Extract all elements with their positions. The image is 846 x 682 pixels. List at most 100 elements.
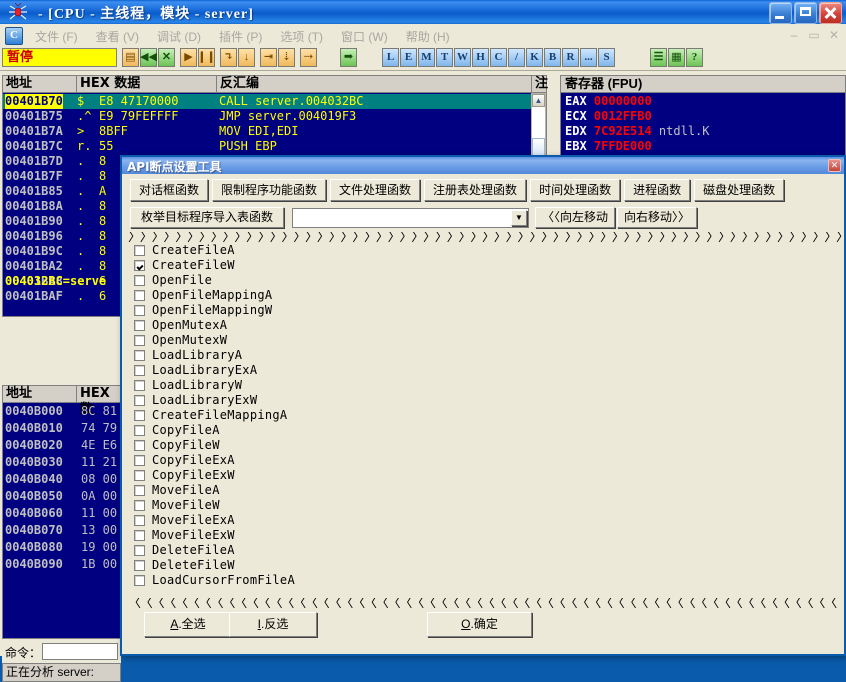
register-row[interactable]: EDX 7C92E514 ntdll.K: [565, 124, 710, 139]
checkbox-icon[interactable]: [134, 575, 145, 586]
function-checkbox-row[interactable]: CopyFileA: [130, 423, 360, 438]
function-checkbox-row[interactable]: CopyFileW: [130, 438, 360, 453]
restart-icon[interactable]: ◀◀: [140, 48, 157, 67]
breakpoints-button[interactable]: B: [544, 48, 561, 67]
invert-selection-button[interactable]: I.反选: [229, 612, 317, 637]
function-checkbox-row[interactable]: OpenFileMappingW: [130, 303, 360, 318]
tab-3[interactable]: 注册表处理函数: [424, 179, 527, 201]
function-checkbox-row[interactable]: MoveFileA: [130, 483, 360, 498]
executables-button[interactable]: E: [400, 48, 417, 67]
function-checkbox-row[interactable]: OpenFile: [130, 273, 360, 288]
checkbox-icon[interactable]: [134, 485, 145, 496]
source-button[interactable]: S: [598, 48, 615, 67]
log-window-button[interactable]: L: [382, 48, 399, 67]
select-all-button[interactable]: A.全选: [144, 612, 232, 637]
cpu-button[interactable]: C: [490, 48, 507, 67]
checkbox-icon[interactable]: [134, 470, 145, 481]
checkbox-icon[interactable]: [134, 245, 145, 256]
dump-row[interactable]: 0040B010 74 79: [3, 421, 122, 436]
checkbox-icon[interactable]: [134, 335, 145, 346]
tab-6[interactable]: 磁盘处理函数: [694, 179, 785, 201]
menu-option[interactable]: 选项 (T): [271, 26, 332, 47]
command-input[interactable]: [42, 643, 118, 660]
tab-0[interactable]: 对话框函数: [130, 179, 209, 201]
checkbox-icon[interactable]: [134, 260, 145, 271]
register-row[interactable]: EBX 7FFDE000: [565, 139, 652, 154]
dialog-close-icon[interactable]: ✕: [828, 159, 841, 172]
checkbox-icon[interactable]: [134, 380, 145, 391]
col-address[interactable]: 地址: [3, 76, 77, 92]
disassembly-row[interactable]: 00401B7A >8BFF MOV EDI,EDI: [3, 124, 546, 139]
function-combo[interactable]: ▼: [292, 207, 530, 228]
checkbox-icon[interactable]: [134, 455, 145, 466]
checkbox-icon[interactable]: [134, 530, 145, 541]
tab-1[interactable]: 限制程序功能函数: [212, 179, 327, 201]
disassembly-row[interactable]: 00401B75 .^ E9 79FEFFFF JMP server.004019F3: [3, 109, 546, 124]
menu-debug[interactable]: 调试 (D): [148, 26, 210, 47]
mdi-child-icon[interactable]: C: [5, 27, 23, 45]
dump-row[interactable]: 0040B040 08 00: [3, 472, 122, 487]
checkbox-icon[interactable]: [134, 290, 145, 301]
checkbox-icon[interactable]: [134, 350, 145, 361]
move-right-button[interactable]: 向右移动〉〉: [617, 207, 698, 228]
menu-file[interactable]: 文件 (F): [26, 26, 87, 47]
function-checkbox-row[interactable]: DeleteFileA: [130, 543, 360, 558]
function-checkbox-row[interactable]: LoadLibraryW: [130, 378, 360, 393]
options-list-icon[interactable]: ☰: [650, 48, 667, 67]
col-hex[interactable]: HEX 数据: [77, 76, 217, 92]
tab-2[interactable]: 文件处理函数: [330, 179, 421, 201]
checkbox-icon[interactable]: [134, 440, 145, 451]
checkbox-icon[interactable]: [134, 545, 145, 556]
step-into-icon[interactable]: ↴: [220, 48, 237, 67]
disassembly-row[interactable]: 00401B7C r. 55 PUSH EBP: [3, 139, 546, 154]
col-asm[interactable]: 反汇编: [217, 76, 532, 92]
function-checkbox-row[interactable]: CreateFileMappingA: [130, 408, 360, 423]
close-program-icon[interactable]: ✕: [158, 48, 175, 67]
memory-button[interactable]: M: [418, 48, 435, 67]
function-checkbox-row[interactable]: OpenMutexA: [130, 318, 360, 333]
dialog-titlebar[interactable]: API断点设置工具 ✕: [122, 157, 844, 174]
references-button[interactable]: R: [562, 48, 579, 67]
function-checkbox-row[interactable]: OpenMutexW: [130, 333, 360, 348]
step-over-icon[interactable]: ↓: [238, 48, 255, 67]
function-checkbox-row[interactable]: LoadLibraryExW: [130, 393, 360, 408]
mdi-restore-button[interactable]: ▭: [808, 28, 820, 42]
dump-row[interactable]: 0040B030 11 21: [3, 455, 122, 470]
minimize-button[interactable]: [769, 2, 792, 24]
function-checkbox-row[interactable]: MoveFileExW: [130, 528, 360, 543]
help-icon[interactable]: ?: [686, 48, 703, 67]
ok-button[interactable]: O.确定: [427, 612, 532, 637]
windows-button[interactable]: W: [454, 48, 471, 67]
menu-view[interactable]: 查看 (V): [87, 26, 148, 47]
handles-button[interactable]: H: [472, 48, 489, 67]
appearance-icon[interactable]: ▦: [668, 48, 685, 67]
enumerate-imports-button[interactable]: 枚举目标程序导入表函数: [130, 207, 285, 228]
dump-row[interactable]: 0040B020 4E E6: [3, 438, 122, 453]
tab-5[interactable]: 进程函数: [624, 179, 691, 201]
trace-over-icon[interactable]: ⇣: [278, 48, 295, 67]
checkbox-icon[interactable]: [134, 275, 145, 286]
function-checkbox-row[interactable]: CreateFileW: [130, 258, 360, 273]
function-checkbox-row[interactable]: LoadCursorFromFileA: [130, 573, 360, 588]
checkbox-icon[interactable]: [134, 500, 145, 511]
window-titlebar[interactable]: - [CPU - 主线程，模块 - server]: [0, 0, 846, 25]
dump-panel[interactable]: 地址 HEX 数 0040B000 8C 81 0040B010 74 79 0040B…: [2, 385, 123, 639]
menu-plugin[interactable]: 插件 (P): [210, 26, 271, 47]
threads-button[interactable]: T: [436, 48, 453, 67]
register-row[interactable]: EAX 00000000: [565, 94, 652, 109]
run-trace-button[interactable]: ...: [580, 48, 597, 67]
chevron-down-icon[interactable]: ▼: [511, 209, 528, 226]
menu-window[interactable]: 窗口 (W): [332, 26, 397, 47]
dump-row[interactable]: 0040B000 8C 81: [3, 404, 122, 419]
checkbox-icon[interactable]: [134, 320, 145, 331]
col-comment[interactable]: 注: [532, 76, 548, 92]
trace-into-icon[interactable]: ⇥: [260, 48, 277, 67]
dump-row[interactable]: 0040B070 13 00: [3, 523, 122, 538]
dump-row[interactable]: 0040B080 19 00: [3, 540, 122, 555]
dump-row[interactable]: 0040B060 11 00: [3, 506, 122, 521]
scroll-up-arrow[interactable]: ▲: [532, 94, 545, 107]
checkbox-icon[interactable]: [134, 365, 145, 376]
checkbox-icon[interactable]: [134, 395, 145, 406]
function-checkbox-row[interactable]: CopyFileExW: [130, 468, 360, 483]
function-checkbox-row[interactable]: LoadLibraryExA: [130, 363, 360, 378]
